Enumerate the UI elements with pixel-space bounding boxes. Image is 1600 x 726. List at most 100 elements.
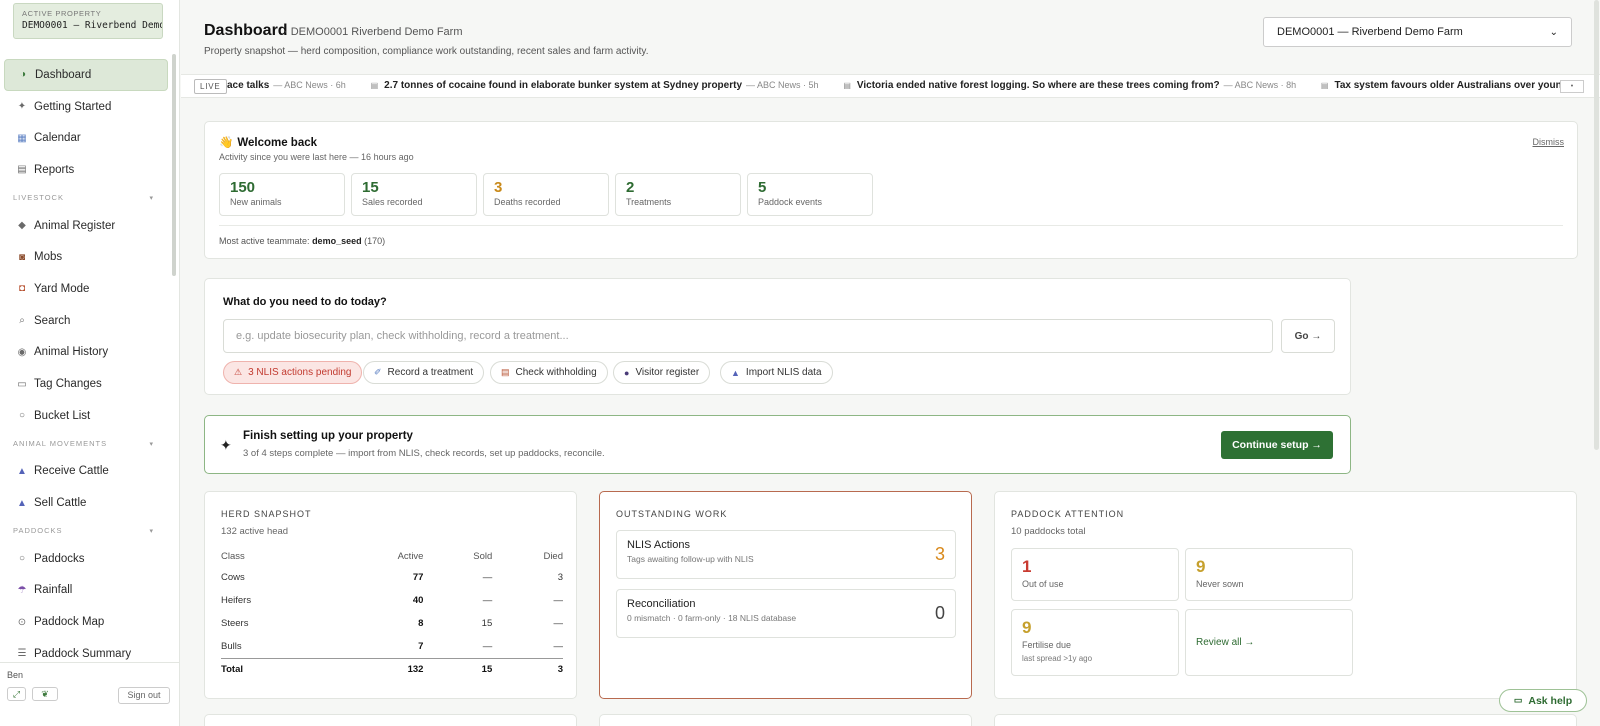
table-cell: — [482,595,493,606]
sidebar-item-label: Sell Cattle [34,497,87,510]
chevron-down-icon: ▾ [149,194,154,202]
stat-new-animals[interactable]: 150 New animals [219,173,345,216]
syringe-icon: ✐ [374,367,382,377]
sidebar-item-bucket-list[interactable]: ○ Bucket List [4,400,168,432]
expand-icon[interactable]: ⤢ [7,687,26,701]
active-property-label: ACTIVE PROPERTY [22,9,102,18]
sign-out-button[interactable]: Sign out [118,687,170,704]
table-cell: 15 [481,618,493,629]
sidebar-item-animal-register[interactable]: ◆ Animal Register [4,210,168,242]
ticker-pause-button[interactable]: • [1560,80,1584,93]
todo-search-input[interactable]: e.g. update biosecurity plan, check with… [223,319,1273,353]
leaf-icon[interactable]: ❦ [32,687,58,701]
ticker-item[interactable]: ace talks — ABC News · 6h [227,80,346,91]
stat-value: 3 [494,179,503,196]
section-animal-movements[interactable]: ANIMAL MOVEMENTS ▾ [4,432,168,456]
stat-label: Sales recorded [362,197,423,207]
section-label: PADDOCKS [13,526,63,536]
chip-import-nlis[interactable]: ▲ Import NLIS data [720,361,833,384]
stat-value: 5 [758,179,767,196]
paddock-fertilise-due[interactable]: 9 Fertilise due last spread >1y ago [1011,609,1179,676]
sidebar-item-label: Mobs [34,251,63,264]
table-cell: Total [221,657,330,681]
card-stub [994,714,1577,726]
main-scrollbar[interactable] [1594,0,1599,450]
sidebar-item-paddocks[interactable]: ○ Paddocks [4,543,168,575]
sidebar-item-animal-history[interactable]: ◉ Animal History [4,337,168,369]
table-cell: 8 [418,618,424,629]
teammate-prefix: Most active teammate: [219,236,310,246]
setup-banner: ✦ Finish setting up your property 3 of 4… [204,415,1351,474]
paddock-label: Fertilise due [1022,640,1072,650]
paddock-never-sown[interactable]: 9 Never sown [1185,548,1353,601]
table-cell: — [482,640,493,652]
most-active-teammate: Most active teammate: demo_seed (170) [219,236,385,246]
review-all-link[interactable]: Review all → [1196,637,1254,648]
circle-icon: ○ [18,553,26,565]
sidebar-item-rainfall[interactable]: ☂ Rainfall [4,575,168,607]
ticker-headline: ace talks [227,80,270,91]
sidebar-footer: Ben ⤢ ❦ Sign out [0,662,179,726]
sidebar-item-mobs[interactable]: ◙ Mobs [4,241,168,273]
sidebar-item-calendar[interactable]: ▦ Calendar [4,122,168,154]
paddock-count: 9 [1196,557,1206,576]
ticker-item[interactable]: ▤ 2.7 tonnes of cocaine found in elaborat… [371,80,819,91]
column-header: Died [543,551,563,562]
chip-check-withholding[interactable]: ▤ Check withholding [490,361,608,384]
sidebar-scrollbar[interactable] [172,54,176,276]
stat-paddock-events[interactable]: 5 Paddock events [747,173,873,216]
property-select[interactable]: DEMO0001 — Riverbend Demo Farm ⌄ [1263,17,1572,47]
sidebar-item-paddock-map[interactable]: ⊙ Paddock Map [4,606,168,638]
sidebar-item-yard-mode[interactable]: ◘ Yard Mode [4,273,168,305]
section-livestock[interactable]: LIVESTOCK ▾ [4,186,168,210]
outstanding-work-card: OUTSTANDING WORK NLIS Actions Tags await… [599,491,972,699]
table-cell: 3 [492,657,563,681]
active-property-box[interactable]: ACTIVE PROPERTY DEMO0001 — Riverbend Dem… [13,3,163,39]
sparkle-icon: ✦ [17,101,27,113]
map-target-icon: ⊙ [17,616,27,628]
ticker-track: ace talks — ABC News · 6h ▤ 2.7 tonnes of … [227,80,1600,91]
active-property-value: DEMO0001 — Riverbend Demo Farm [22,20,163,31]
reconciliation-item[interactable]: Reconciliation 0 mismatch · 0 farm-only … [616,589,956,638]
chip-nlis-actions[interactable]: ⚠ 3 NLIS actions pending [223,361,363,384]
chevron-down-icon: ▾ [149,440,154,448]
table-cell: Cows [221,572,245,583]
sidebar-item-reports[interactable]: ▤ Reports [4,154,168,186]
paddock-out-of-use[interactable]: 1 Out of use [1011,548,1179,601]
ticker-source: — ABC News · 6h [273,80,346,90]
ticker-item[interactable]: ▤ Tax system favours older Australians ov… [1321,80,1580,91]
sidebar-item-label: Yard Mode [34,282,90,295]
sidebar-item-getting-started[interactable]: ✦ Getting Started [4,91,168,123]
sidebar-item-receive-cattle[interactable]: ▲ Receive Cattle [4,456,168,488]
table-cell: Heifers [221,595,252,606]
go-button[interactable]: Go → [1281,319,1335,353]
umbrella-icon: ☂ [17,584,27,596]
ask-help-button[interactable]: ▭ Ask help [1499,689,1587,712]
stat-sales-recorded[interactable]: 15 Sales recorded [351,173,477,216]
sidebar-item-tag-changes[interactable]: ▭ Tag Changes [4,368,168,400]
column-header: Sold [473,551,493,562]
sidebar: ACTIVE PROPERTY DEMO0001 — Riverbend Dem… [0,0,180,726]
sidebar-item-search[interactable]: ⌕ Search [4,305,168,337]
section-paddocks[interactable]: PADDOCKS ▾ [4,519,168,543]
sidebar-item-sell-cattle[interactable]: ▲ Sell Cattle [4,487,168,519]
nlis-actions-item[interactable]: NLIS Actions Tags awaiting follow-up wit… [616,530,956,579]
item-subtitle: 0 mismatch · 0 farm-only · 18 NLIS datab… [627,613,797,623]
chip-record-treatment[interactable]: ✐ Record a treatment [363,361,485,384]
stat-treatments[interactable]: 2 Treatments [615,173,741,216]
circle-icon: ○ [18,410,26,422]
continue-setup-button[interactable]: Continue setup → [1221,431,1333,459]
stat-deaths-recorded[interactable]: 3 Deaths recorded [483,173,609,216]
welcome-card: 👋 Welcome back Activity since you were la… [204,121,1578,259]
review-all-box[interactable]: Review all → [1185,609,1353,676]
chip-label: Import NLIS data [745,367,822,378]
reports-icon: ▤ [17,164,27,176]
chip-visitor-register[interactable]: ● Visitor register [613,361,711,384]
paddock-count: 9 [1022,618,1032,637]
ticker-headline: 2.7 tonnes of cocaine found in elaborate… [384,80,743,91]
ticker-item[interactable]: ▤ Victoria ended native forest logging. S… [843,80,1296,91]
section-label: ANIMAL MOVEMENTS [13,439,108,449]
dismiss-link[interactable]: Dismiss [1533,137,1565,147]
property-select-value: DEMO0001 — Riverbend Demo Farm [1277,26,1463,38]
sidebar-item-dashboard[interactable]: ◑ Dashboard [4,59,168,91]
